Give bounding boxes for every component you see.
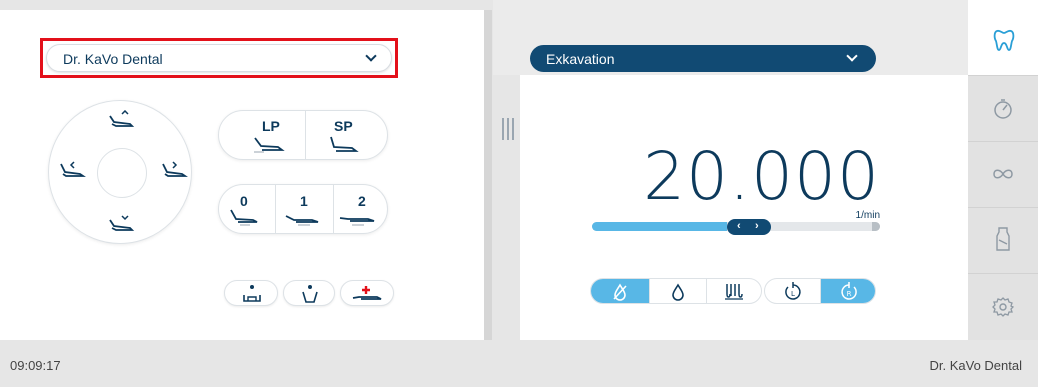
chair-preset-2-icon (339, 217, 375, 226)
decrease-arrow-icon[interactable]: ‹ (737, 220, 741, 232)
speed-slider-knob[interactable]: ‹ › (727, 219, 771, 235)
chair-preset-1-icon (285, 215, 319, 226)
preset-1-label: 1 (300, 193, 308, 209)
chair-sp-icon (330, 136, 359, 152)
speed-value: 20.000 (643, 138, 880, 215)
timer-icon (994, 99, 1012, 119)
emergency-position-button[interactable] (340, 280, 394, 306)
cup-filler-button[interactable] (224, 280, 278, 306)
panel-resize-handle[interactable] (502, 118, 514, 140)
wheel-center[interactable] (97, 148, 147, 198)
profile-dropdown-label: Dr. KaVo Dental (63, 51, 163, 67)
tooth-icon (993, 29, 1015, 51)
clock-time: 09:09:17 (10, 358, 61, 373)
chevron-down-icon (846, 50, 858, 62)
bowl-rinse-button[interactable] (283, 280, 335, 306)
chair-right-icon[interactable] (160, 160, 190, 182)
sidebar-item-tooth[interactable] (968, 0, 1038, 75)
spray-air-button[interactable] (707, 279, 761, 303)
preset-0-label: 0 (240, 193, 248, 209)
sidebar-item-spray-bottle[interactable] (968, 207, 1038, 273)
rotation-left-label: L (791, 290, 795, 298)
lp-button[interactable]: LP (218, 110, 304, 160)
mode-dropdown-label: Exkavation (546, 51, 615, 67)
sp-button[interactable]: SP (304, 110, 388, 160)
current-user: Dr. KaVo Dental (929, 358, 1023, 373)
rotation-left-button[interactable]: L (765, 279, 820, 303)
chair-left-icon[interactable] (58, 160, 88, 182)
mode-dropdown[interactable]: Exkavation (530, 45, 876, 72)
bowl-rinse-icon (302, 285, 318, 303)
spray-off-button[interactable] (591, 279, 649, 303)
lp-label: LP (262, 118, 280, 134)
rotate-left-icon: L (785, 282, 801, 300)
cup-filler-icon (243, 285, 261, 302)
settings-gear-icon (992, 297, 1014, 317)
rotate-right-icon: R (841, 282, 857, 300)
chair-down-icon[interactable] (106, 214, 136, 236)
rotation-right-label: R (847, 290, 852, 298)
rotation-direction-group: L R (764, 278, 876, 304)
sidebar-item-infinity[interactable] (968, 141, 1038, 207)
preset-2-label: 2 (358, 193, 366, 209)
spray-off-icon (613, 283, 627, 301)
chair-preset-0-icon (230, 209, 258, 226)
emergency-chair-icon (352, 286, 382, 300)
preset-0-button[interactable]: 0 (218, 184, 274, 234)
water-spray-button[interactable] (650, 279, 706, 303)
speed-slider-fill (592, 222, 727, 231)
increase-arrow-icon[interactable]: › (755, 220, 759, 232)
preset-2-button[interactable]: 2 (332, 184, 388, 234)
chair-up-icon[interactable] (106, 110, 136, 132)
spray-bottle-icon (996, 227, 1010, 251)
water-drop-icon (672, 283, 684, 301)
sp-label: SP (334, 118, 353, 134)
rotation-right-button[interactable]: R (821, 279, 875, 303)
chevron-down-icon (365, 50, 377, 62)
sidebar-item-timer[interactable] (968, 75, 1038, 141)
infinity-icon (993, 169, 1013, 179)
chair-lp-icon (254, 137, 285, 153)
sidebar-item-settings[interactable] (968, 273, 1038, 340)
preset-1-button[interactable]: 1 (274, 184, 332, 234)
profile-dropdown[interactable]: Dr. KaVo Dental (46, 44, 392, 72)
spray-air-icon (725, 284, 743, 300)
speed-unit: 1/min (855, 210, 880, 221)
status-bar (0, 340, 1038, 387)
panel-divider (484, 10, 492, 340)
spray-mode-group (590, 278, 762, 304)
